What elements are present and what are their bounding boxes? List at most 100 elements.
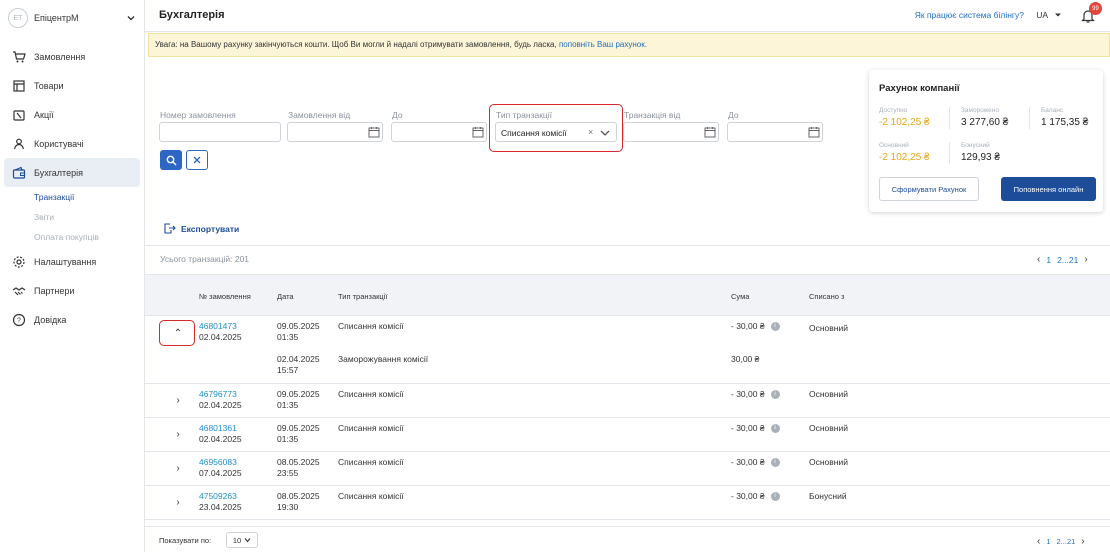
- calendar-icon[interactable]: [472, 126, 484, 138]
- expand-row-icon[interactable]: ›: [172, 462, 184, 474]
- sidebar-item-accounting[interactable]: Бухгалтерія: [4, 158, 140, 187]
- sidebar-subitem-reports[interactable]: Звіти: [0, 207, 144, 227]
- frozen-label: Заморожено: [961, 107, 999, 114]
- sidebar-item-promo[interactable]: Акції: [0, 100, 144, 129]
- expand-row-icon[interactable]: ›: [172, 428, 184, 440]
- generate-invoice-button[interactable]: Сформувати Рахунок: [879, 177, 979, 201]
- export-button[interactable]: Експортувати: [163, 222, 239, 235]
- prev-page-icon[interactable]: ‹: [1037, 536, 1040, 547]
- language-select[interactable]: UA: [1036, 10, 1062, 20]
- type-cell: Списання комісії: [338, 457, 404, 467]
- order-cell: 46956083 07.04.2025: [199, 457, 242, 479]
- next-page-icon[interactable]: ›: [1081, 536, 1084, 547]
- clear-filters-button[interactable]: [186, 150, 208, 170]
- sidebar-item-orders[interactable]: Замовлення: [0, 42, 144, 71]
- calendar-icon[interactable]: [808, 126, 820, 138]
- calendar-icon[interactable]: [368, 126, 380, 138]
- collapse-row-icon[interactable]: ⌃: [172, 327, 184, 339]
- expand-row-icon[interactable]: ›: [172, 394, 184, 406]
- billing-help-link[interactable]: Як працює система білінгу?: [915, 10, 1024, 20]
- order-number-link[interactable]: 46801361: [199, 423, 242, 434]
- main-account-value: -2 102,25 ₴: [879, 152, 930, 163]
- info-icon[interactable]: i: [770, 492, 780, 502]
- sum-value: - 30,00 ₴: [731, 423, 765, 433]
- order-number-link[interactable]: 47509263: [199, 491, 242, 502]
- sidebar-item-users[interactable]: Користувачі: [0, 129, 144, 158]
- online-top-up-button[interactable]: Поповнення онлайн: [1001, 177, 1096, 201]
- order-date: 02.04.2025: [199, 400, 242, 410]
- order-number-link[interactable]: 46801473: [199, 321, 242, 332]
- chevron-down-icon: [127, 16, 135, 21]
- sidebar-item-label: Довідка: [34, 314, 67, 325]
- per-page-select[interactable]: 10: [226, 532, 258, 548]
- time: 23:55: [277, 468, 299, 478]
- order-number-input[interactable]: [159, 122, 281, 142]
- wallet-icon: [12, 166, 26, 179]
- page-rest[interactable]: 2...21: [1057, 537, 1076, 546]
- table-row[interactable]: › 47509263 23.04.2025 08.05.2025 19:30 С…: [145, 486, 1110, 520]
- order-from-date-input[interactable]: [287, 122, 383, 142]
- export-label: Експортувати: [181, 223, 240, 234]
- info-icon[interactable]: i: [770, 424, 780, 434]
- sidebar-subitem-customer-payments[interactable]: Оплата покупців: [0, 227, 144, 247]
- info-icon[interactable]: i: [770, 390, 780, 400]
- date: 09.05.2025: [277, 389, 320, 399]
- sidebar-item-label: Користувачі: [34, 138, 84, 149]
- language-value: UA: [1036, 10, 1048, 20]
- bonus-account-value: 129,93 ₴: [961, 152, 1000, 163]
- company-name: ЕпіцентрМ: [34, 13, 79, 23]
- total-transactions: Усього транзакцій: 201: [160, 254, 250, 264]
- page-current[interactable]: 1: [1046, 537, 1050, 546]
- users-icon: [13, 138, 25, 149]
- sum-value: - 30,00 ₴: [731, 457, 765, 467]
- page-current[interactable]: 1: [1046, 255, 1051, 265]
- info-icon[interactable]: i: [770, 322, 780, 332]
- time: 15:57: [277, 365, 299, 375]
- date-cell: 02.04.2025 15:57: [277, 354, 320, 376]
- handshake-icon: [12, 286, 26, 295]
- order-number-link[interactable]: 46956083: [199, 457, 242, 468]
- sidebar-item-products[interactable]: Товари: [0, 71, 144, 100]
- sidebar-subitem-transactions[interactable]: Транзакції: [0, 187, 144, 207]
- low-balance-warning: Увага: на Вашому рахунку закінчуються ко…: [148, 33, 1110, 57]
- table-row[interactable]: › 46801361 02.04.2025 09.05.2025 01:35 С…: [145, 418, 1110, 452]
- time: 01:35: [277, 400, 299, 410]
- sum-cell: - 30,00 ₴ i: [731, 321, 780, 332]
- order-number-link[interactable]: 46796773: [199, 389, 242, 400]
- order-to-date-input[interactable]: [391, 122, 487, 142]
- sidebar-nav: Замовлення Товари Акції Користувачі Бухг…: [0, 42, 144, 334]
- sidebar-item-help[interactable]: ? Довідка: [0, 305, 144, 334]
- page-rest[interactable]: 2...21: [1057, 255, 1078, 265]
- svg-text:?: ?: [17, 317, 21, 324]
- info-icon[interactable]: i: [770, 458, 780, 468]
- transaction-to-date-input[interactable]: [727, 122, 823, 142]
- table-footer: Показувати по: 10 ‹ 1 2...21 ›: [145, 526, 1110, 552]
- date-cell: 09.05.2025 01:35: [277, 423, 320, 445]
- transaction-from-date-input[interactable]: [623, 122, 719, 142]
- balance-label: Баланс: [1041, 107, 1064, 114]
- search-button[interactable]: [160, 150, 182, 170]
- prev-page-icon[interactable]: ‹: [1037, 254, 1040, 265]
- table-row[interactable]: › 46796773 02.04.2025 09.05.2025 01:35 С…: [145, 384, 1110, 418]
- order-cell: 46796773 02.04.2025: [199, 389, 242, 411]
- expand-row-icon[interactable]: ›: [172, 496, 184, 508]
- time: 01:35: [277, 434, 299, 444]
- sidebar: ЕТ ЕпіцентрМ Замовлення Товари Акції Кор…: [0, 0, 145, 552]
- sidebar-item-partners[interactable]: Партнери: [0, 276, 144, 305]
- calendar-icon[interactable]: [704, 126, 716, 138]
- caret-down-icon: [1055, 13, 1061, 17]
- date: 09.05.2025: [277, 321, 320, 331]
- column-type: Тип транзакції: [338, 292, 388, 301]
- table-row[interactable]: ⌃ 46801473 02.04.2025 09.05.2025 01:35 С…: [145, 316, 1110, 384]
- table-row[interactable]: › 46956083 07.04.2025 08.05.2025 23:55 С…: [145, 452, 1110, 486]
- page-title: Бухгалтерія: [159, 9, 225, 21]
- company-switcher[interactable]: ЕТ ЕпіцентрМ: [8, 8, 136, 28]
- date: 09.05.2025: [277, 423, 320, 433]
- per-page-value: 10: [232, 535, 242, 545]
- type-cell: Списання комісії: [338, 321, 404, 331]
- sidebar-item-settings[interactable]: Налаштування: [0, 247, 144, 276]
- next-page-icon[interactable]: ›: [1084, 254, 1087, 265]
- available-value: -2 102,25 ₴: [879, 117, 930, 128]
- top-up-link[interactable]: поповніть Ваш рахунок.: [559, 40, 647, 49]
- charged-from-cell: Основний: [809, 323, 848, 333]
